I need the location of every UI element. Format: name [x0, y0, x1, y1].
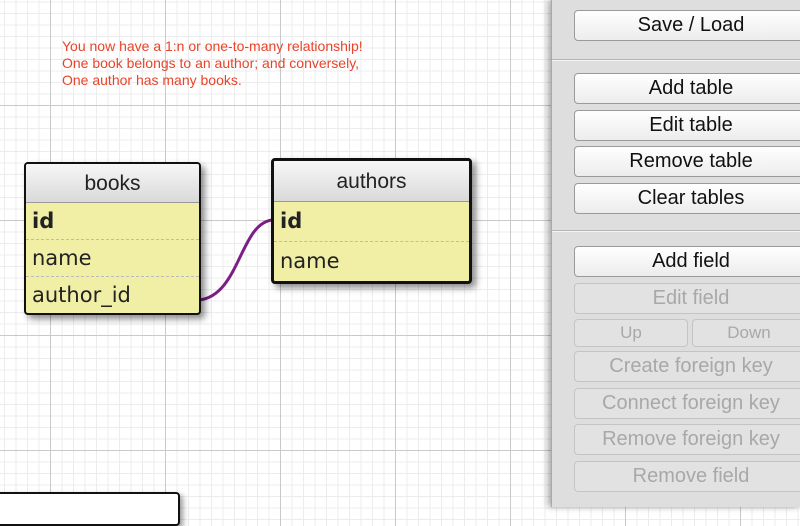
- save-load-button[interactable]: Save / Load: [574, 10, 800, 41]
- table-authors[interactable]: authors id name: [271, 158, 472, 284]
- relation-line: [198, 218, 274, 302]
- field-books-id[interactable]: id: [26, 203, 199, 239]
- note-line: You now have a 1:n or one-to-many relati…: [62, 38, 363, 54]
- info-note: You now have a 1:n or one-to-many relati…: [62, 38, 482, 89]
- table-books[interactable]: books id name author_id: [24, 162, 201, 315]
- connect-foreign-key-button[interactable]: Connect foreign key: [574, 388, 800, 419]
- table-authors-title[interactable]: authors: [274, 161, 469, 202]
- field-authors-id[interactable]: id: [274, 202, 469, 241]
- note-line: One author has many books.: [62, 72, 242, 88]
- edit-field-button[interactable]: Edit field: [574, 283, 800, 314]
- table-partial-offscreen[interactable]: [0, 492, 180, 526]
- add-field-button[interactable]: Add field: [574, 246, 800, 277]
- create-foreign-key-button[interactable]: Create foreign key: [574, 351, 800, 382]
- field-books-name[interactable]: name: [26, 239, 199, 276]
- panel-divider: [552, 59, 800, 61]
- panel-divider: [552, 230, 800, 232]
- diagram-canvas[interactable]: You now have a 1:n or one-to-many relati…: [0, 0, 550, 526]
- field-books-author-id[interactable]: author_id: [26, 276, 199, 313]
- move-field-up-button[interactable]: Up: [574, 319, 688, 347]
- control-panel: Save / Load Add table Edit table Remove …: [551, 0, 800, 507]
- remove-field-button[interactable]: Remove field: [574, 461, 800, 492]
- field-authors-name[interactable]: name: [274, 241, 469, 281]
- remove-table-button[interactable]: Remove table: [574, 146, 800, 177]
- table-books-title[interactable]: books: [26, 164, 199, 203]
- clear-tables-button[interactable]: Clear tables: [574, 183, 800, 214]
- move-field-down-button[interactable]: Down: [692, 319, 800, 347]
- note-line: One book belongs to an author; and conve…: [62, 55, 360, 71]
- add-table-button[interactable]: Add table: [574, 73, 800, 104]
- remove-foreign-key-button[interactable]: Remove foreign key: [574, 424, 800, 455]
- edit-table-button[interactable]: Edit table: [574, 110, 800, 141]
